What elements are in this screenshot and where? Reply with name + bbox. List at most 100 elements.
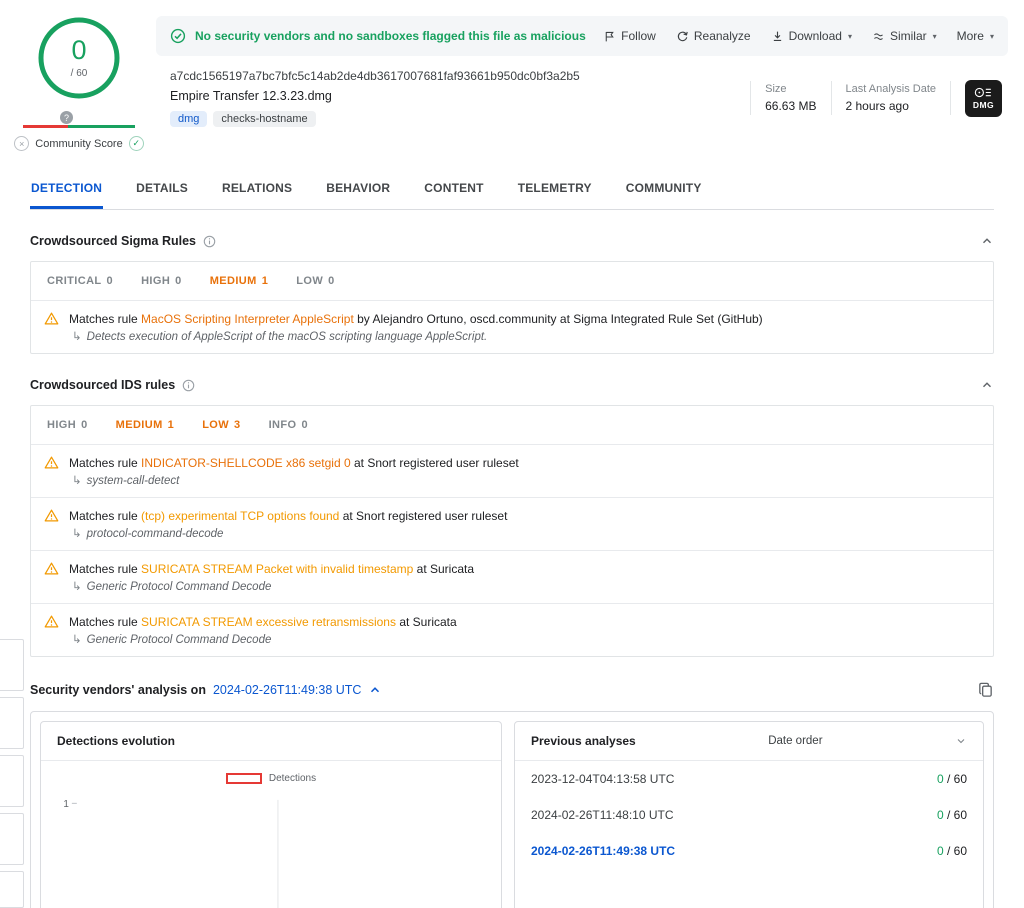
chevron-down-icon (955, 735, 967, 747)
gauge-positive-segment (68, 125, 135, 128)
community-score-gauge: ? (23, 112, 135, 129)
tab-community[interactable]: COMMUNITY (625, 171, 703, 209)
detection-score-gauge: 0 / 60 (37, 16, 121, 100)
file-hash[interactable]: a7cdc1565197a7bc7bfc5c14ab2de4db36170076… (170, 69, 750, 83)
branch-arrow-icon: ↳ (72, 528, 82, 540)
info-icon[interactable] (203, 235, 216, 248)
community-score-marker: ? (60, 111, 73, 124)
similar-button[interactable]: Similar ▾ (872, 29, 937, 43)
chevron-up-icon (980, 234, 994, 248)
previous-analyses-title: Previous analyses (531, 734, 636, 748)
rule-link[interactable]: (tcp) experimental TCP options found (141, 509, 339, 523)
tab-behavior[interactable]: BEHAVIOR (325, 171, 391, 209)
ids-title: Crowdsourced IDS rules (30, 378, 175, 392)
file-meta: Size 66.63 MB Last Analysis Date 2 hours… (750, 80, 1002, 117)
copy-button[interactable] (977, 681, 994, 698)
verdict-banner: No security vendors and no sandboxes fla… (156, 16, 1008, 56)
branch-arrow-icon: ↳ (72, 331, 82, 343)
clipped-row-fragment (0, 871, 24, 908)
action-toolbar: Follow Reanalyze Download ▾ Similar (603, 29, 994, 43)
follow-button[interactable]: Follow (603, 29, 656, 43)
ids-info-filter[interactable]: INFO0 (269, 419, 308, 431)
report-tabs: DETECTION DETAILS RELATIONS BEHAVIOR CON… (30, 171, 994, 210)
sigma-panel: CRITICAL0 HIGH0 MEDIUM1 LOW0 Matches rul… (30, 261, 994, 354)
analysis-score: 0 / 60 (937, 772, 967, 786)
chevron-up-icon (980, 378, 994, 392)
score-column: 0 / 60 ? × Community Score ✓ (20, 16, 138, 151)
flag-icon (603, 30, 616, 43)
branch-arrow-icon: ↳ (72, 634, 82, 646)
ids-rule-row: Matches rule (tcp) experimental TCP opti… (31, 497, 993, 550)
ids-rule-row: Matches rule SURICATA STREAM Packet with… (31, 550, 993, 603)
tab-telemetry[interactable]: TELEMETRY (517, 171, 593, 209)
more-button[interactable]: More ▾ (957, 29, 994, 43)
branch-arrow-icon: ↳ (72, 475, 82, 487)
last-analysis-block: Last Analysis Date 2 hours ago (846, 83, 937, 113)
tab-detection[interactable]: DETECTION (30, 171, 103, 209)
previous-analyses-card: Previous analyses Date order 2023-12-04T… (514, 721, 984, 908)
virustotal-file-report: 0 / 60 ? × Community Score ✓ No securit (0, 0, 1024, 908)
previous-analysis-row-selected[interactable]: 2024-02-26T11:49:38 UTC 0 / 60 (515, 833, 983, 869)
previous-analysis-row[interactable]: 2024-02-26T11:48:10 UTC 0 / 60 (515, 797, 983, 833)
sigma-collapse-button[interactable] (980, 234, 994, 248)
sigma-low-filter[interactable]: LOW0 (296, 275, 334, 287)
ids-high-filter[interactable]: HIGH0 (47, 419, 88, 431)
clipped-row-fragment (0, 639, 24, 691)
analysis-date-link[interactable]: 2024-02-26T11:49:38 UTC (213, 683, 361, 697)
ids-collapse-button[interactable] (980, 378, 994, 392)
tag-checks-hostname[interactable]: checks-hostname (213, 111, 315, 127)
vote-up-icon[interactable]: ✓ (129, 136, 144, 151)
tab-details[interactable]: DETAILS (135, 171, 189, 209)
verdict-text: No security vendors and no sandboxes fla… (195, 29, 586, 43)
warning-icon (44, 560, 59, 593)
rule-text: Matches rule INDICATOR-SHELLCODE x86 set… (69, 454, 519, 472)
gauge-negative-segment (23, 125, 68, 128)
rule-link[interactable]: SURICATA STREAM excessive retransmission… (141, 615, 396, 629)
rule-text: Matches rule (tcp) experimental TCP opti… (69, 507, 507, 525)
size-label: Size (765, 83, 816, 95)
reanalyze-button[interactable]: Reanalyze (676, 29, 751, 43)
sigma-high-filter[interactable]: HIGH0 (141, 275, 182, 287)
sigma-section-header: Crowdsourced Sigma Rules (30, 234, 994, 248)
chevron-down-icon: ▾ (990, 32, 994, 41)
chevron-up-icon (368, 683, 382, 697)
rule-link[interactable]: SURICATA STREAM Packet with invalid time… (141, 562, 413, 576)
clipped-row-fragment (0, 755, 24, 807)
download-button[interactable]: Download ▾ (771, 29, 852, 43)
ids-section-header: Crowdsourced IDS rules (30, 378, 994, 392)
rule-detail: ↳system-call-detect (69, 473, 519, 487)
file-header: 0 / 60 ? × Community Score ✓ No securit (0, 0, 1024, 151)
rule-detail: ↳Generic Protocol Command Decode (69, 632, 457, 646)
sigma-critical-filter[interactable]: CRITICAL0 (47, 275, 113, 287)
ids-severity-filter: HIGH0 MEDIUM1 LOW3 INFO0 (31, 406, 993, 444)
file-name: Empire Transfer 12.3.23.dmg (170, 89, 750, 103)
date-order-chevron[interactable] (955, 735, 967, 747)
date-order-select[interactable]: Date order (768, 735, 822, 747)
rule-link[interactable]: INDICATOR-SHELLCODE x86 setgid 0 (141, 456, 351, 470)
tag-dmg[interactable]: dmg (170, 111, 207, 127)
vendors-collapse-button[interactable] (368, 683, 382, 697)
check-circle-icon (170, 28, 186, 44)
warning-icon (44, 507, 59, 540)
rule-detail: ↳protocol-command-decode (69, 526, 507, 540)
tab-relations[interactable]: RELATIONS (221, 171, 293, 209)
previous-analysis-row[interactable]: 2023-12-04T04:13:58 UTC 0 / 60 (515, 761, 983, 797)
analysis-overview: Detections evolution Detections 1 0 (30, 711, 994, 908)
ids-medium-filter[interactable]: MEDIUM1 (116, 419, 175, 431)
file-info-row: a7cdc1565197a7bc7bfc5c14ab2de4db36170076… (156, 56, 1008, 127)
info-icon[interactable] (182, 379, 195, 392)
evolution-title: Detections evolution (57, 734, 175, 748)
ids-rule-row: Matches rule INDICATOR-SHELLCODE x86 set… (31, 444, 993, 497)
sigma-medium-filter[interactable]: MEDIUM1 (210, 275, 269, 287)
detection-count: 0 (71, 37, 86, 64)
tab-content[interactable]: CONTENT (423, 171, 484, 209)
ids-low-filter[interactable]: LOW3 (202, 419, 240, 431)
legend-label: Detections (269, 773, 316, 784)
rule-link[interactable]: MacOS Scripting Interpreter AppleScript (141, 312, 354, 326)
community-score-row: × Community Score ✓ (14, 136, 143, 151)
vote-down-icon[interactable]: × (14, 136, 29, 151)
sigma-rule-row: Matches rule MacOS Scripting Interpreter… (31, 300, 993, 353)
line-chart: 1 0 2023-12-04 2024-02-26 2024-02-26 (55, 786, 487, 908)
rule-text: Matches rule SURICATA STREAM excessive r… (69, 613, 457, 631)
last-analysis-value: 2 hours ago (846, 99, 937, 113)
